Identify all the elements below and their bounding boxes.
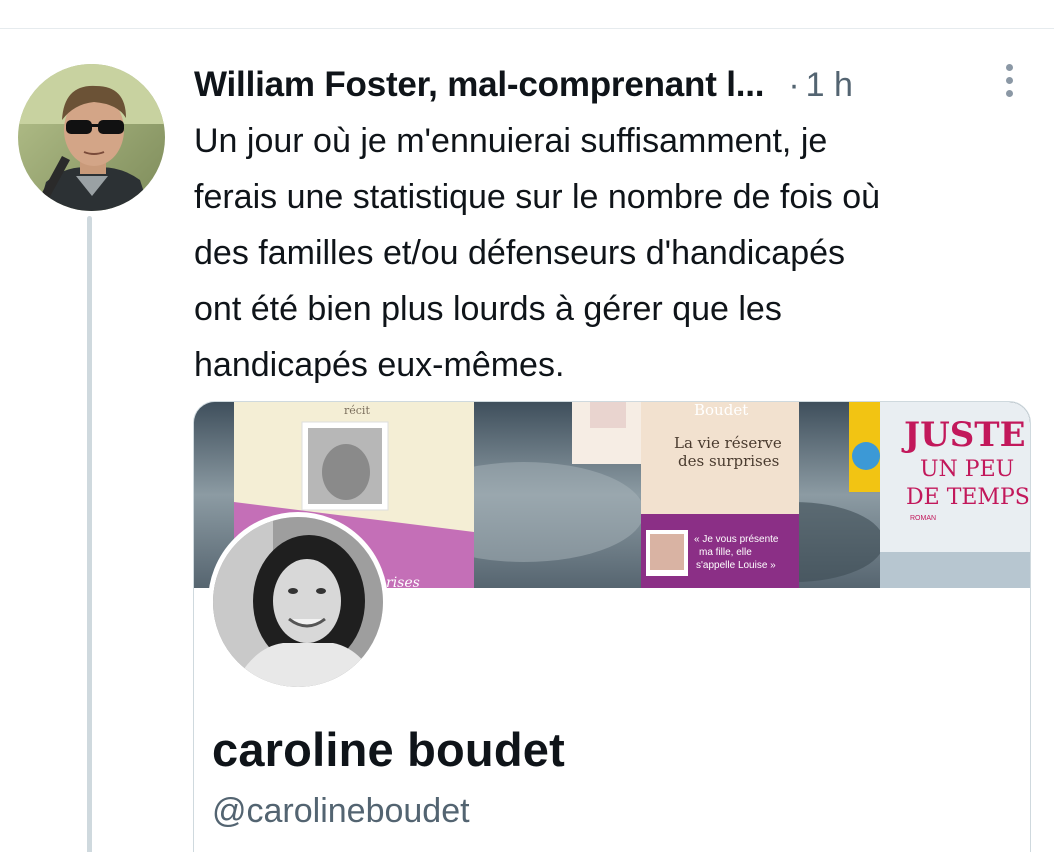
book3-genre: ROMAN xyxy=(910,515,936,522)
book2-title-line1: La vie réserve xyxy=(674,434,782,452)
tweet-timestamp[interactable]: 1 h xyxy=(806,66,853,105)
author-display-name[interactable]: William Foster, mal-comprenant l... xyxy=(194,65,765,105)
book1-bottom-text: rises xyxy=(386,575,420,588)
author-avatar[interactable] xyxy=(18,64,165,211)
book2-quote-line3: s'appelle Louise » xyxy=(696,560,776,571)
tweet-header: William Foster, mal-comprenant l... · 1 … xyxy=(194,62,1024,108)
profile-handle[interactable]: @carolineboudet xyxy=(212,792,470,831)
more-vertical-icon-dot xyxy=(1005,89,1013,97)
profile-avatar-image xyxy=(213,517,383,687)
header-separator: · xyxy=(788,65,800,104)
book3-title-line3: DE TEMPS xyxy=(906,485,1030,510)
book3-title-line2: UN PEU xyxy=(920,457,1014,482)
book-cover-yellow xyxy=(849,402,881,492)
more-vertical-icon-dot xyxy=(1005,76,1013,84)
book2-author: Boudet xyxy=(694,402,748,419)
book-cover-small xyxy=(572,402,642,464)
book2-quote-line1: « Je vous présente xyxy=(694,534,779,545)
book3-title-line1: JUSTE xyxy=(901,415,1026,455)
book2-quote-line2: ma fille, elle xyxy=(699,547,752,558)
book2-title-line2: des surprises xyxy=(678,452,779,470)
book1-top-text: récit xyxy=(344,404,370,417)
profile-display-name[interactable]: caroline boudet xyxy=(212,722,565,777)
top-divider xyxy=(0,28,1054,29)
more-options-button[interactable] xyxy=(998,60,1020,100)
thread-connector-line xyxy=(87,216,92,852)
tweet-thread-view: William Foster, mal-comprenant l... · 1 … xyxy=(0,0,1054,852)
profile-avatar[interactable] xyxy=(208,512,388,692)
tweet-text: Un jour où je m'ennuierai suffisamment, … xyxy=(194,122,881,384)
more-vertical-icon xyxy=(1005,63,1013,71)
profile-card[interactable]: récit rises Boudet La vie réserve des su… xyxy=(193,401,1031,852)
author-avatar-image xyxy=(18,64,165,211)
